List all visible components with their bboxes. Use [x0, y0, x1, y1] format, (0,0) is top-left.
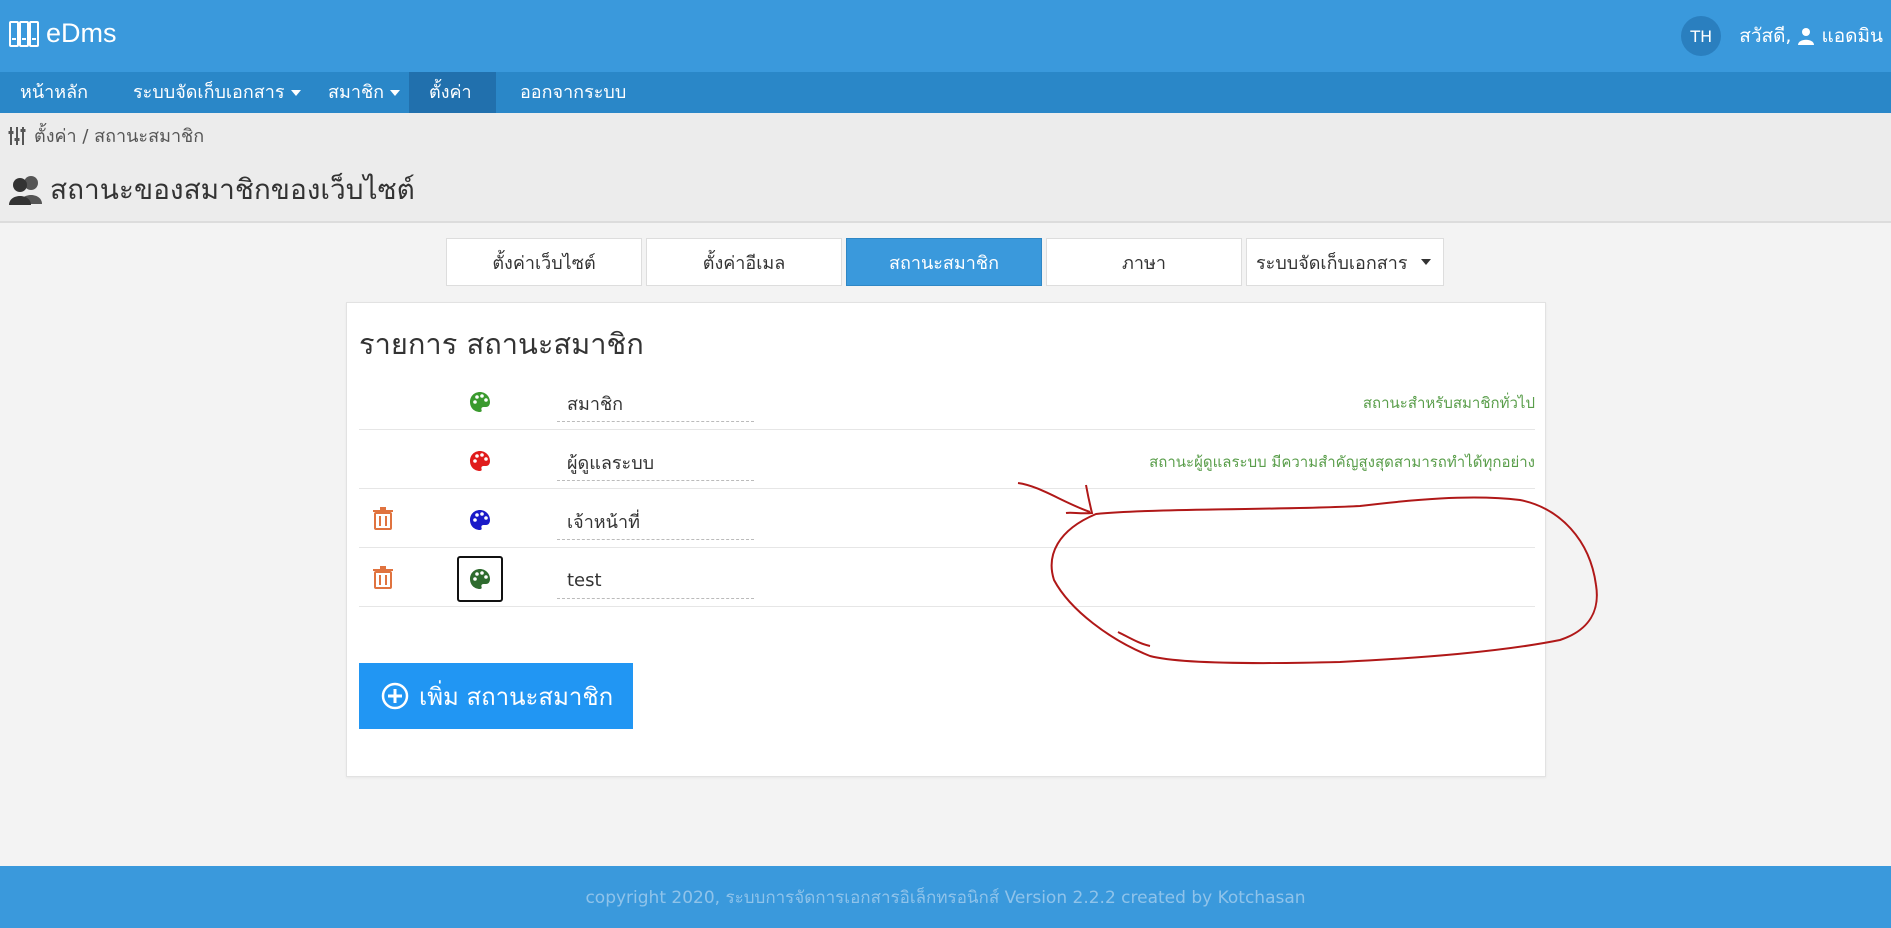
tab-docsys-dropdown[interactable]: ระบบจัดเก็บเอกสาร [1246, 238, 1444, 286]
palette-icon [470, 392, 490, 412]
nav-logout[interactable]: ออกจากระบบ [500, 72, 646, 113]
top-bar: eDms TH สวัสดี, แอดมิน [0, 0, 1891, 72]
user-name-link[interactable]: แอดมิน [1821, 21, 1883, 51]
status-row: สถานะผู้ดูแลระบบ มีความสำคัญสูงสุดสามารถ… [359, 430, 1535, 489]
settings-tabs: ตั้งค่าเว็บไซต์ ตั้งค่าอีเมล สถานะสมาชิก… [446, 238, 1448, 286]
plus-circle-icon [381, 682, 409, 710]
palette-icon [470, 510, 490, 530]
nav-home[interactable]: หน้าหลัก [0, 72, 108, 113]
palette-icon [470, 451, 490, 471]
breadcrumb: ตั้งค่า / สถานะสมาชิก [8, 121, 204, 150]
nav-docs[interactable]: ระบบจัดเก็บเอกสาร [113, 72, 321, 113]
tab-email-settings[interactable]: ตั้งค่าอีเมล [646, 238, 842, 286]
tab-site-settings[interactable]: ตั้งค่าเว็บไซต์ [446, 238, 642, 286]
nav-logout-label: ออกจากระบบ [520, 82, 627, 103]
chevron-down-icon [290, 90, 301, 96]
app-logo[interactable]: eDms [8, 18, 117, 49]
add-status-button[interactable]: เพิ่ม สถานะสมาชิก [359, 663, 633, 729]
status-name-input[interactable] [557, 504, 754, 540]
status-row [359, 489, 1535, 548]
users-icon [9, 176, 42, 205]
status-name-input[interactable] [557, 563, 754, 599]
color-picker-button[interactable] [457, 556, 503, 602]
add-status-label: เพิ่ม สถานะสมาชิก [419, 682, 614, 711]
sliders-icon [8, 126, 26, 145]
footer-text: copyright 2020, ระบบการจัดการเอกสารอิเล็… [585, 887, 1306, 908]
page-title-text: สถานะของสมาชิกของเว็บไซต์ [50, 173, 415, 206]
tab-member-status[interactable]: สถานะสมาชิก [846, 238, 1042, 286]
breadcrumb-text[interactable]: ตั้งค่า / สถานะสมาชิก [34, 121, 204, 150]
books-icon [9, 20, 39, 47]
status-panel: รายการ สถานะสมาชิก สถานะสำหรับสมาชิกทั่ว… [346, 302, 1546, 777]
chevron-down-icon [1421, 259, 1431, 265]
page-header: ตั้งค่า / สถานะสมาชิก สถานะของสมาชิกของเ… [0, 113, 1891, 223]
palette-icon [470, 569, 490, 589]
chevron-down-icon [390, 90, 401, 96]
tab-docsys-label: ระบบจัดเก็บเอกสาร [1256, 252, 1408, 274]
nav-members[interactable]: สมาชิก [308, 72, 420, 113]
status-row: สถานะสำหรับสมาชิกทั่วไป [359, 371, 1535, 430]
nav-settings-label: ตั้งค่า [429, 82, 472, 103]
greeting-text: สวัสดี, [1739, 25, 1792, 47]
color-picker-button[interactable] [457, 438, 503, 484]
nav-members-label: สมาชิก [328, 82, 385, 103]
main-nav: หน้าหลัก ระบบจัดเก็บเอกสาร สมาชิก ตั้งค่… [0, 72, 1891, 113]
tab-language[interactable]: ภาษา [1046, 238, 1242, 286]
status-description: สถานะผู้ดูแลระบบ มีความสำคัญสูงสุดสามารถ… [1149, 453, 1535, 471]
user-icon [1798, 28, 1815, 45]
color-picker-button[interactable] [457, 497, 503, 543]
user-menu: TH สวัสดี, แอดมิน [1681, 16, 1883, 56]
language-switch[interactable]: TH [1681, 16, 1722, 56]
page-title: สถานะของสมาชิกของเว็บไซต์ [8, 168, 415, 212]
nav-home-label: หน้าหลัก [20, 82, 89, 103]
status-row [359, 548, 1535, 607]
status-description: สถานะสำหรับสมาชิกทั่วไป [1362, 394, 1535, 412]
trash-icon[interactable] [372, 565, 394, 589]
panel-title: รายการ สถานะสมาชิก [359, 327, 644, 361]
nav-settings[interactable]: ตั้งค่า [409, 72, 496, 113]
color-picker-button[interactable] [457, 379, 503, 425]
trash-icon[interactable] [372, 506, 394, 530]
nav-docs-label: ระบบจัดเก็บเอกสาร [133, 82, 285, 103]
status-name-input[interactable] [557, 386, 754, 422]
footer: copyright 2020, ระบบการจัดการเอกสารอิเล็… [0, 866, 1891, 928]
status-name-input[interactable] [557, 445, 754, 481]
app-title: eDms [46, 18, 117, 48]
